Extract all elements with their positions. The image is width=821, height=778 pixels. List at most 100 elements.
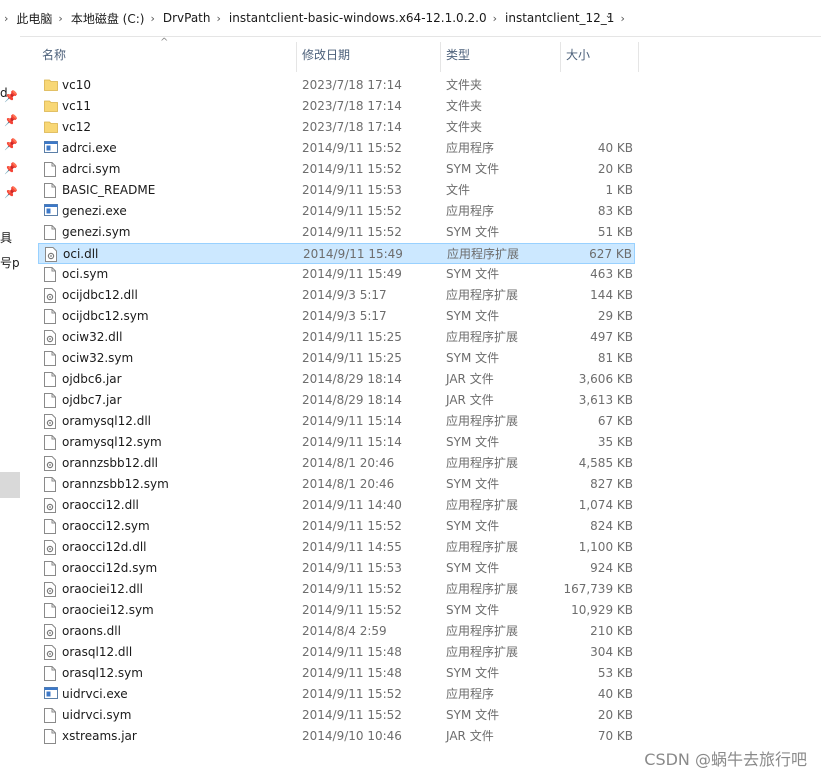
file-modified: 2014/9/11 15:52: [302, 162, 402, 176]
breadcrumb-chevron-icon[interactable]: ›: [4, 12, 8, 25]
file-row[interactable]: oraocci12d.dll 2014/9/11 14:55 应用程序扩展 1,100…: [38, 537, 635, 558]
column-size[interactable]: 大小: [566, 36, 590, 74]
file-type: SYM 文件: [446, 708, 500, 722]
file-row[interactable]: vc10 2023/7/18 17:14 文件夹: [38, 75, 635, 96]
file-row[interactable]: oci.sym 2014/9/11 15:49 SYM 文件 463 KB: [38, 264, 635, 285]
breadcrumb-item[interactable]: instantclient-basic-windows.x64-12.1.0.2…: [229, 11, 487, 25]
breadcrumb-chevron-icon[interactable]: ›: [620, 12, 624, 25]
file-name[interactable]: orannzsbb12.dll: [62, 453, 158, 474]
file-row[interactable]: oraociei12.dll 2014/9/11 15:52 应用程序扩展 167,7…: [38, 579, 635, 600]
file-row[interactable]: orannzsbb12.dll 2014/8/1 20:46 应用程序扩展 4,585…: [38, 453, 635, 474]
file-row[interactable]: xstreams.jar 2014/9/10 10:46 JAR 文件 70 KB: [38, 726, 635, 747]
breadcrumb-item[interactable]: 本地磁盘 (C:): [71, 10, 145, 27]
breadcrumb-chevron-icon[interactable]: ›: [58, 12, 62, 25]
file-row[interactable]: oraocci12d.sym 2014/9/11 15:53 SYM 文件 924 K…: [38, 558, 635, 579]
nav-fragment[interactable]: 具: [0, 229, 12, 246]
file-list[interactable]: ^ 名称 修改日期 类型 大小 vc10 2023/7/18 17:14 文件夹 vc…: [20, 36, 821, 778]
file-name[interactable]: vc10: [62, 75, 91, 96]
file-size: 81 KB: [597, 351, 633, 365]
file-name[interactable]: ociw32.sym: [62, 348, 133, 369]
file-name[interactable]: ojdbc7.jar: [62, 390, 122, 411]
nav-fragment[interactable]: 号pd: [0, 254, 20, 271]
file-row[interactable]: ocijdbc12.sym 2014/9/3 5:17 SYM 文件 29 KB: [38, 306, 635, 327]
dll-icon: [44, 330, 56, 345]
column-divider[interactable]: [440, 42, 441, 72]
address-bar[interactable]: › 此电脑 › 本地磁盘 (C:) › DrvPath › instantclient-bas…: [0, 0, 821, 37]
file-row[interactable]: ocijdbc12.dll 2014/9/3 5:17 应用程序扩展 144 KB: [38, 285, 635, 306]
file-row[interactable]: oraocci12.dll 2014/9/11 14:40 应用程序扩展 1,074 …: [38, 495, 635, 516]
file-row[interactable]: orannzsbb12.sym 2014/8/1 20:46 SYM 文件 827 K…: [38, 474, 635, 495]
file-name[interactable]: oramysql12.sym: [62, 432, 162, 453]
file-name[interactable]: oraocci12d.dll: [62, 537, 147, 558]
file-row[interactable]: ociw32.sym 2014/9/11 15:25 SYM 文件 81 KB: [38, 348, 635, 369]
file-row[interactable]: ojdbc7.jar 2014/8/29 18:14 JAR 文件 3,613 KB: [38, 390, 635, 411]
file-name[interactable]: vc11: [62, 96, 91, 117]
breadcrumb-item[interactable]: 此电脑: [16, 10, 52, 27]
breadcrumb-item[interactable]: DrvPath: [163, 11, 211, 25]
column-type[interactable]: 类型: [446, 36, 470, 74]
file-modified: 2014/9/11 15:52: [302, 687, 402, 701]
file-name[interactable]: adrci.sym: [62, 159, 120, 180]
file-name[interactable]: orasql12.sym: [62, 663, 143, 684]
file-row[interactable]: uidrvci.sym 2014/9/11 15:52 SYM 文件 20 KB: [38, 705, 635, 726]
file-name[interactable]: ocijdbc12.sym: [62, 306, 149, 327]
file-row[interactable]: orasql12.dll 2014/9/11 15:48 应用程序扩展 304 KB: [38, 642, 635, 663]
file-name[interactable]: ocijdbc12.dll: [62, 285, 138, 306]
breadcrumb-chevron-icon[interactable]: ›: [493, 12, 497, 25]
file-row[interactable]: uidrvci.exe 2014/9/11 15:52 应用程序 40 KB: [38, 684, 635, 705]
file-row[interactable]: orasql12.sym 2014/9/11 15:48 SYM 文件 53 KB: [38, 663, 635, 684]
file-row[interactable]: oci.dll 2014/9/11 15:49 应用程序扩展 627 KB: [38, 243, 635, 264]
pin-icon: 📌: [4, 114, 18, 127]
file-name[interactable]: oramysql12.dll: [62, 411, 151, 432]
dll-icon: [44, 540, 56, 555]
breadcrumb-chevron-icon[interactable]: ›: [216, 12, 220, 25]
file-icon: [44, 162, 56, 177]
file-name[interactable]: oci.sym: [62, 264, 108, 285]
file-row[interactable]: oraociei12.sym 2014/9/11 15:52 SYM 文件 10,92…: [38, 600, 635, 621]
file-name[interactable]: orasql12.dll: [62, 642, 132, 663]
file-name[interactable]: oraociei12.dll: [62, 579, 143, 600]
file-row[interactable]: vc12 2023/7/18 17:14 文件夹: [38, 117, 635, 138]
file-name[interactable]: oraocci12.dll: [62, 495, 139, 516]
file-name[interactable]: uidrvci.sym: [62, 705, 131, 726]
nav-selected-item[interactable]: [0, 472, 20, 498]
file-name[interactable]: orannzsbb12.sym: [62, 474, 169, 495]
navigation-pane[interactable]: d 📌 📌 📌 📌 📌 具 号pd: [0, 36, 20, 778]
file-type: 应用程序扩展: [446, 498, 519, 512]
file-modified: 2014/9/11 15:48: [302, 666, 402, 680]
file-name[interactable]: xstreams.jar: [62, 726, 137, 747]
file-name[interactable]: adrci.exe: [62, 138, 117, 159]
file-name[interactable]: oraocci12d.sym: [62, 558, 157, 579]
column-divider[interactable]: [638, 42, 639, 72]
file-name[interactable]: oci.dll: [63, 244, 98, 265]
file-name[interactable]: oraocci12.sym: [62, 516, 150, 537]
file-name[interactable]: oraons.dll: [62, 621, 121, 642]
breadcrumb-item[interactable]: instantclient_12_1: [505, 11, 614, 25]
file-row[interactable]: ojdbc6.jar 2014/8/29 18:14 JAR 文件 3,606 KB: [38, 369, 635, 390]
breadcrumb-chevron-icon[interactable]: ›: [150, 12, 154, 25]
file-row[interactable]: adrci.exe 2014/9/11 15:52 应用程序 40 KB: [38, 138, 635, 159]
file-row[interactable]: oramysql12.dll 2014/9/11 15:14 应用程序扩展 67 KB: [38, 411, 635, 432]
file-row[interactable]: ociw32.dll 2014/9/11 15:25 应用程序扩展 497 KB: [38, 327, 635, 348]
column-modified[interactable]: 修改日期: [302, 36, 350, 74]
file-name[interactable]: ojdbc6.jar: [62, 369, 122, 390]
file-name[interactable]: genezi.sym: [62, 222, 130, 243]
file-row[interactable]: oraocci12.sym 2014/9/11 15:52 SYM 文件 824 KB: [38, 516, 635, 537]
file-name[interactable]: vc12: [62, 117, 91, 138]
file-row[interactable]: vc11 2023/7/18 17:14 文件夹: [38, 96, 635, 117]
file-row[interactable]: BASIC_README 2014/9/11 15:53 文件 1 KB: [38, 180, 635, 201]
file-row[interactable]: oramysql12.sym 2014/9/11 15:14 SYM 文件 35 KB: [38, 432, 635, 453]
file-name[interactable]: ociw32.dll: [62, 327, 122, 348]
file-row[interactable]: genezi.exe 2014/9/11 15:52 应用程序 83 KB: [38, 201, 635, 222]
column-name[interactable]: 名称: [42, 36, 66, 74]
file-row[interactable]: oraons.dll 2014/8/4 2:59 应用程序扩展 210 KB: [38, 621, 635, 642]
file-row[interactable]: genezi.sym 2014/9/11 15:52 SYM 文件 51 KB: [38, 222, 635, 243]
file-name[interactable]: uidrvci.exe: [62, 684, 128, 705]
file-name[interactable]: genezi.exe: [62, 201, 127, 222]
file-name[interactable]: BASIC_README: [62, 180, 155, 201]
address-dropdown-icon[interactable]: ⌄: [605, 10, 613, 21]
file-name[interactable]: oraociei12.sym: [62, 600, 154, 621]
file-row[interactable]: adrci.sym 2014/9/11 15:52 SYM 文件 20 KB: [38, 159, 635, 180]
column-divider[interactable]: [296, 42, 297, 72]
column-divider[interactable]: [560, 42, 561, 72]
